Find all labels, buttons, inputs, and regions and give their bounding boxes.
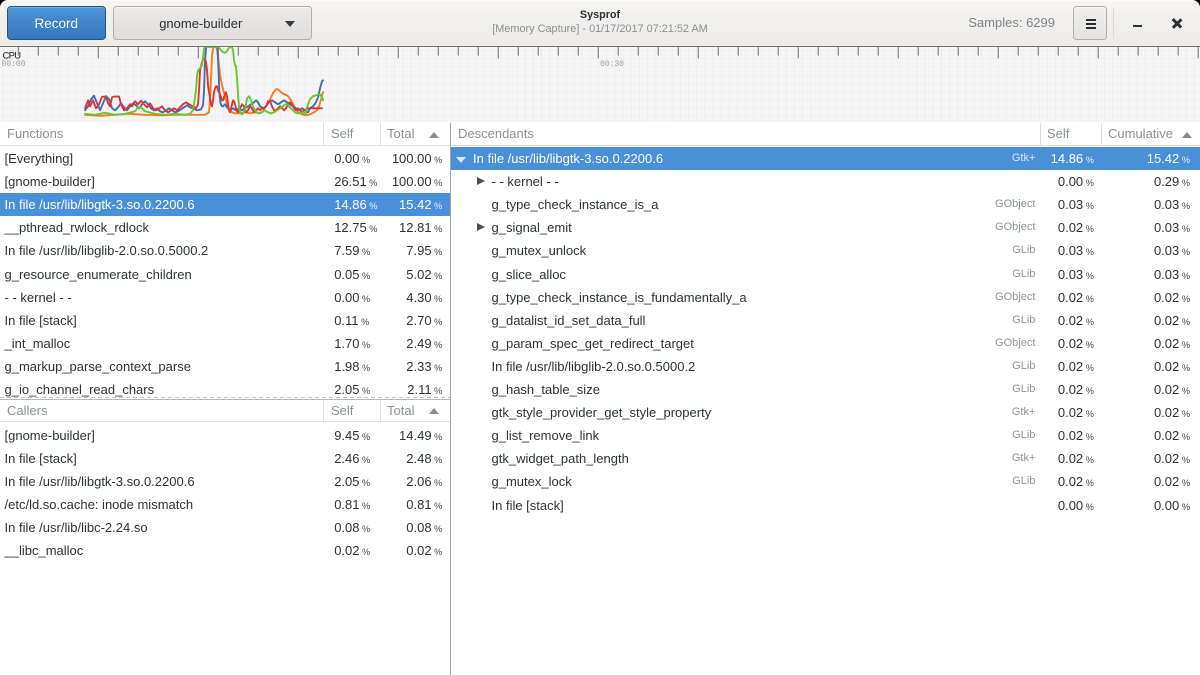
svg-text:00:00: 00:00 <box>2 60 26 69</box>
svg-text:00:30: 00:30 <box>600 60 624 69</box>
